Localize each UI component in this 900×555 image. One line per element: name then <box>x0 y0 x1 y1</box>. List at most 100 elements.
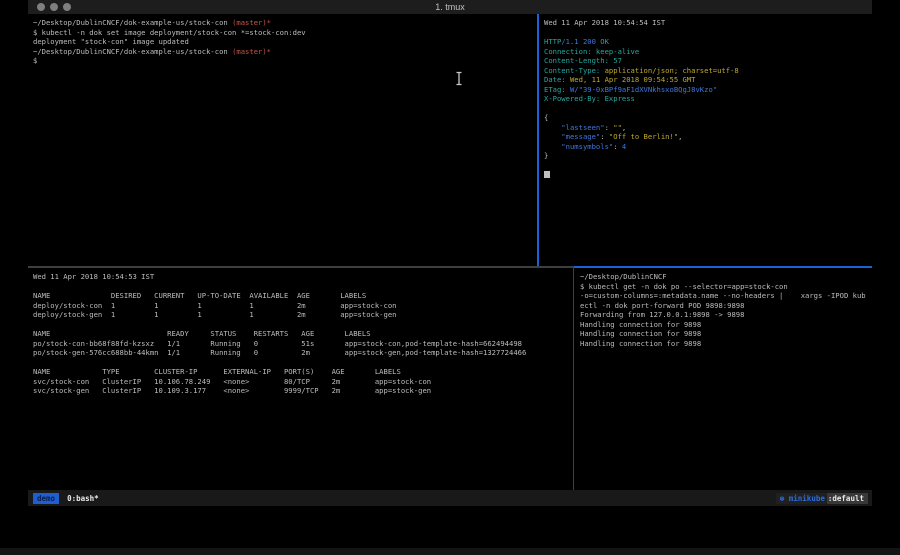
terminal-text-segment: Forwarding from 127.0.0.1:9898 -> 9898 <box>580 310 744 319</box>
terminal-line: NAME DESIRED CURRENT UP-TO-DATE AVAILABL… <box>33 291 568 301</box>
terminal-line: $ kubectl get -n dok po --selector=app=s… <box>580 282 867 292</box>
terminal-line: po/stock-gen-576cc688bb-44kmn 1/1 Runnin… <box>33 348 568 358</box>
tmux-pane-bottom-right-port-forward[interactable]: ~/Desktop/DublinCNCF$ kubectl get -n dok… <box>575 268 872 490</box>
terminal-text-segment: , <box>678 132 682 141</box>
terminal-line: { <box>544 113 867 123</box>
terminal-text-segment: 57 <box>609 56 622 65</box>
terminal-text-segment: Date: <box>544 75 566 84</box>
window-title: 1. tmux <box>28 2 872 12</box>
terminal-line: NAME READY STATUS RESTARTS AGE LABELS <box>33 329 568 339</box>
terminal-text-segment: $ kubectl -n dok set image deployment/st… <box>33 28 306 37</box>
terminal-text-segment: X-Powered-By: <box>544 94 600 103</box>
terminal-line: } <box>544 151 867 161</box>
terminal-line <box>544 170 867 180</box>
terminal-text-segment: "" <box>613 123 622 132</box>
terminal-text-segment: 4 <box>622 142 626 151</box>
tmux-pane-top-left-shell[interactable]: ~/Desktop/DublinCNCF/dok-example-us/stoc… <box>28 14 537 266</box>
terminal-text-segment: "numsymbols" <box>544 142 613 151</box>
terminal-line <box>33 282 568 292</box>
terminal-line <box>544 104 867 114</box>
tmux-status-bar: demo 0:bash* ⊛ minikube :default <box>28 490 872 506</box>
terminal-line: Content-Length: 57 <box>544 56 867 66</box>
terminal-line: deploy/stock-con 1 1 1 1 2m app=stock-co… <box>33 301 568 311</box>
terminal-line: Content-Type: application/json; charset=… <box>544 66 867 76</box>
terminal-line: ETag: W/"39-0xBPf9aF1dXVNkhsxoBQgJ8vKzo" <box>544 85 867 95</box>
terminal-text-segment: (master)* <box>232 47 271 56</box>
terminal-line: deployment "stock-con" image updated <box>33 37 532 47</box>
terminal-text-segment: { <box>544 113 548 122</box>
tmux-pane-top-right-http-response[interactable]: Wed 11 Apr 2018 10:54:54 IST HTTP/1.1 20… <box>539 14 872 266</box>
terminal-line: Handling connection for 9898 <box>580 329 867 339</box>
terminal-line: Handling connection for 9898 <box>580 320 867 330</box>
terminal-line: Handling connection for 9898 <box>580 339 867 349</box>
terminal-line: "lastseen": "", <box>544 123 867 133</box>
status-bar-right: ⊛ minikube :default <box>776 493 868 504</box>
terminal-line <box>544 28 867 38</box>
tmux-client-area: ~/Desktop/DublinCNCF/dok-example-us/stoc… <box>28 14 872 490</box>
kube-context-name: minikube <box>789 494 825 503</box>
terminal-text-segment: Wed 11 Apr 2018 10:54:54 IST <box>544 18 665 27</box>
terminal-text-segment: po/stock-con-bb68f88fd-kzsxz 1/1 Running… <box>33 339 522 348</box>
terminal-text-segment: deploy/stock-gen 1 1 1 1 2m app=stock-ge… <box>33 310 397 319</box>
page-bottom-strip <box>0 548 900 555</box>
status-window-item[interactable]: 0:bash* <box>67 494 99 503</box>
terminal-text-segment: NAME READY STATUS RESTARTS AGE LABELS <box>33 329 371 338</box>
terminal-text-segment: Express <box>600 94 635 103</box>
terminal-line: Forwarding from 127.0.0.1:9898 -> 9898 <box>580 310 867 320</box>
terminal-line <box>544 161 867 171</box>
terminal-text-segment: deployment "stock-con" image updated <box>33 37 189 46</box>
terminal-text-segment: W/"39-0xBPf9aF1dXVNkhsxoBQgJ8vKzo" <box>566 85 717 94</box>
terminal-line: Connection: keep-alive <box>544 47 867 57</box>
terminal-line: Wed 11 Apr 2018 10:54:53 IST <box>33 272 568 282</box>
kube-context-label: ⊛ minikube <box>776 493 827 504</box>
block-cursor <box>544 171 550 178</box>
terminal-line: HTTP/1.1 200 OK <box>544 37 867 47</box>
terminal-text-segment: Wed, 11 Apr 2018 09:54:55 GMT <box>566 75 696 84</box>
window-titlebar[interactable]: 1. tmux <box>28 0 872 14</box>
terminal-text-segment: "Off to Berlin!" <box>609 132 678 141</box>
terminal-text-segment: Content-Type: <box>544 66 600 75</box>
terminal-line: svc/stock-gen ClusterIP 10.109.3.177 <no… <box>33 386 568 396</box>
terminal-text-segment: ~/Desktop/DublinCNCF <box>580 272 667 281</box>
terminal-text-segment: deploy/stock-con 1 1 1 1 2m app=stock-co… <box>33 301 397 310</box>
terminal-text-segment: Connection: <box>544 47 592 56</box>
terminal-text-segment: svc/stock-gen ClusterIP 10.109.3.177 <no… <box>33 386 431 395</box>
terminal-text-segment: svc/stock-con ClusterIP 10.106.78.249 <n… <box>33 377 431 386</box>
terminal-line: Wed 11 Apr 2018 10:54:54 IST <box>544 18 867 28</box>
terminal-text-segment: : <box>613 142 622 151</box>
terminal-line <box>33 320 568 330</box>
terminal-text-segment: $ kubectl get -n dok po --selector=app=s… <box>580 282 788 291</box>
terminal-text-segment: Handling connection for 9898 <box>580 339 701 348</box>
terminal-text-segment: : <box>600 132 609 141</box>
terminal-text-segment: ~/Desktop/DublinCNCF/dok-example-us/stoc… <box>33 47 232 56</box>
terminal-text-segment: , <box>622 123 626 132</box>
terminal-text-segment: "message" <box>544 132 600 141</box>
terminal-line: "numsymbols": 4 <box>544 142 867 152</box>
terminal-text-segment: "lastseen" <box>544 123 605 132</box>
terminal-line <box>33 358 568 368</box>
terminal-line: Date: Wed, 11 Apr 2018 09:54:55 GMT <box>544 75 867 85</box>
pane-divider-vertical-bottom[interactable] <box>573 268 574 490</box>
screenshot-root: 1. tmux ~/Desktop/DublinCNCF/dok-example… <box>0 0 900 555</box>
terminal-line: po/stock-con-bb68f88fd-kzsxz 1/1 Running… <box>33 339 568 349</box>
terminal-line: $ kubectl -n dok set image deployment/st… <box>33 28 532 38</box>
terminal-line: deploy/stock-gen 1 1 1 1 2m app=stock-ge… <box>33 310 568 320</box>
terminal-text-segment: HTTP <box>544 37 561 46</box>
terminal-text-segment: ETag: <box>544 85 566 94</box>
terminal-text-segment: po/stock-gen-576cc688bb-44kmn 1/1 Runnin… <box>33 348 526 357</box>
terminal-text-segment: Content-Length: <box>544 56 609 65</box>
terminal-text-segment: NAME DESIRED CURRENT UP-TO-DATE AVAILABL… <box>33 291 366 300</box>
terminal-text-segment: $ <box>33 56 37 65</box>
terminal-text-segment: Handling connection for 9898 <box>580 329 701 338</box>
terminal-line: ~/Desktop/DublinCNCF <box>580 272 867 282</box>
terminal-line: ectl -n dok port-forward POD 9898:9898 <box>580 301 867 311</box>
terminal-line: -o=custom-columns=:metadata.name --no-he… <box>580 291 867 301</box>
terminal-text-segment: ~/Desktop/DublinCNCF/dok-example-us/stoc… <box>33 18 232 27</box>
session-name-badge[interactable]: demo <box>33 493 59 504</box>
terminal-line: X-Powered-By: Express <box>544 94 867 104</box>
terminal-text-segment: ectl -n dok port-forward POD 9898:9898 <box>580 301 744 310</box>
kube-namespace-label: :default <box>827 493 868 504</box>
terminal-text-segment: -o=custom-columns=:metadata.name --no-he… <box>580 291 866 300</box>
tmux-pane-bottom-left-kubectl-get[interactable]: Wed 11 Apr 2018 10:54:53 IST NAME DESIRE… <box>28 268 573 490</box>
terminal-line: "message": "Off to Berlin!", <box>544 132 867 142</box>
